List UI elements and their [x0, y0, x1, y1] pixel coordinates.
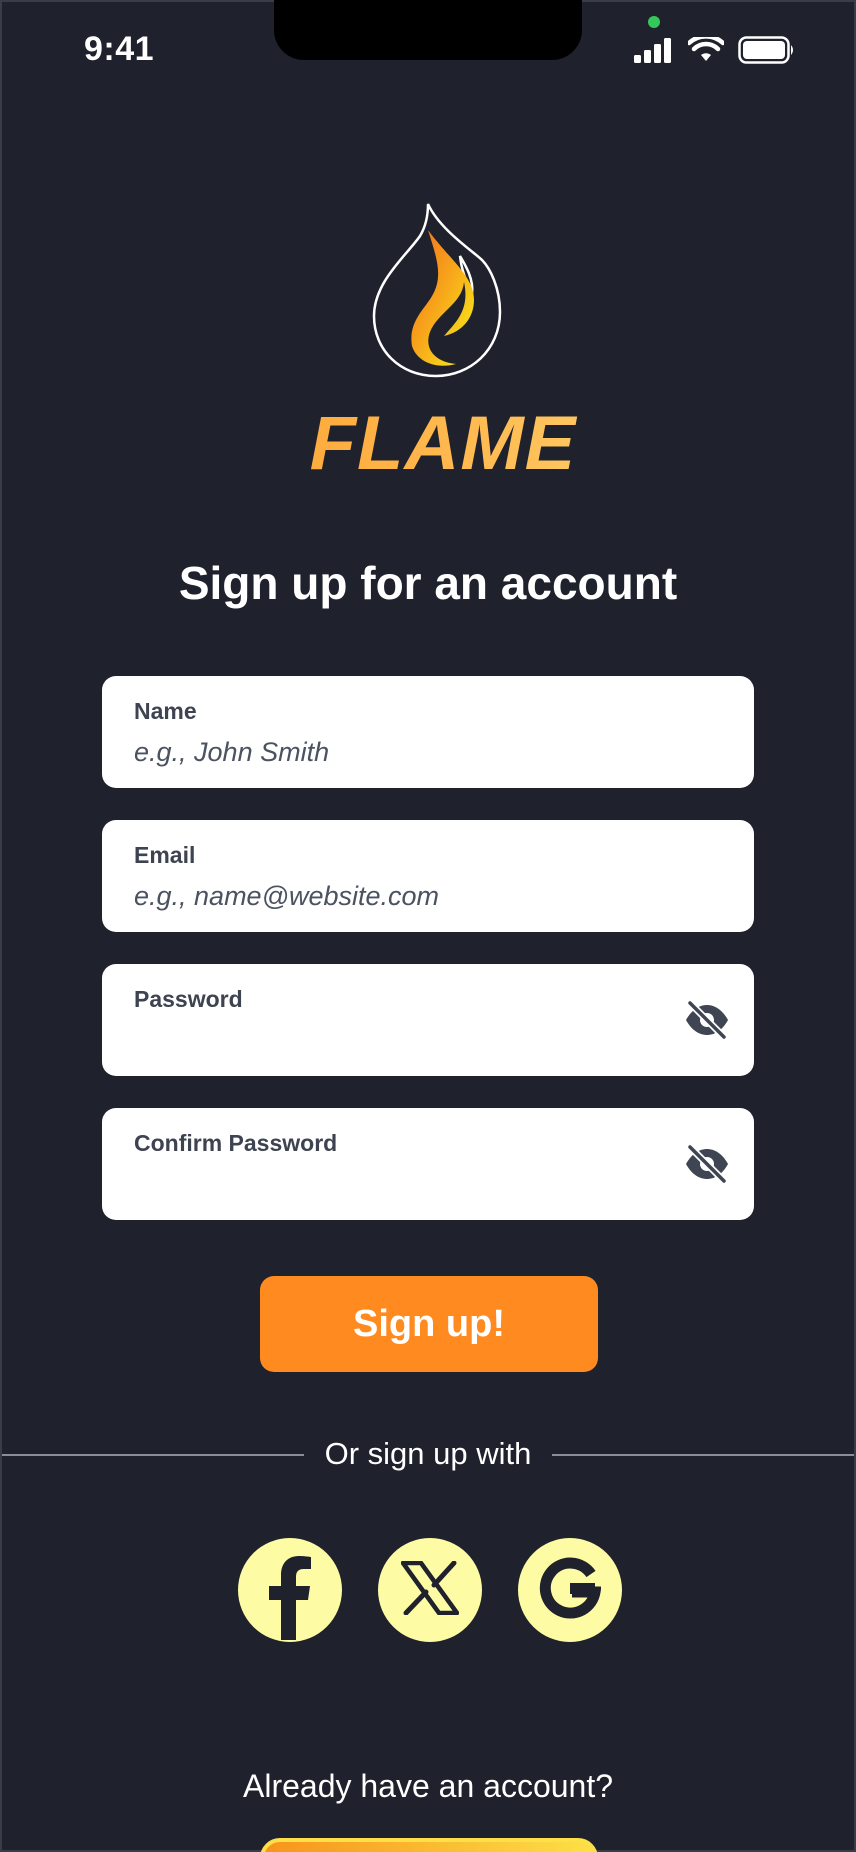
password-field[interactable]: Password	[102, 964, 754, 1076]
divider-line	[552, 1454, 854, 1456]
facebook-icon	[238, 1536, 342, 1645]
google-button[interactable]	[518, 1538, 622, 1642]
brand-wordmark: FLAME	[0, 400, 856, 487]
notch	[274, 0, 582, 60]
wifi-icon	[686, 34, 726, 68]
already-have-account-text: Already have an account?	[242, 1768, 614, 1804]
page-title: Sign up for an account	[178, 557, 678, 609]
name-label: Name	[134, 698, 197, 724]
login-button[interactable]	[260, 1838, 598, 1852]
signal-icon	[634, 37, 674, 68]
name-input[interactable]	[134, 732, 694, 772]
email-input[interactable]	[134, 876, 694, 916]
privacy-indicator	[648, 16, 660, 28]
eye-off-icon[interactable]	[684, 1143, 730, 1185]
status-time: 9:41	[84, 30, 155, 68]
x-icon	[400, 1560, 460, 1620]
name-field[interactable]: Name	[102, 676, 754, 788]
flame-logo-icon	[370, 200, 506, 382]
signup-button[interactable]: Sign up!	[260, 1276, 598, 1372]
email-field[interactable]: Email	[102, 820, 754, 932]
social-divider: Or sign up with	[0, 1430, 856, 1480]
facebook-button[interactable]	[238, 1538, 342, 1642]
status-icons	[634, 34, 796, 69]
google-icon	[539, 1557, 602, 1624]
confirm-password-field[interactable]: Confirm Password	[102, 1108, 754, 1220]
password-label: Password	[134, 986, 243, 1012]
eye-off-icon[interactable]	[684, 999, 730, 1041]
battery-icon	[738, 36, 796, 69]
password-input[interactable]	[134, 1020, 694, 1060]
x-button[interactable]	[378, 1538, 482, 1642]
email-label: Email	[134, 842, 196, 868]
status-bar: 9:41	[0, 0, 856, 110]
confirm-password-input[interactable]	[134, 1164, 694, 1204]
confirm-password-label: Confirm Password	[134, 1130, 338, 1156]
